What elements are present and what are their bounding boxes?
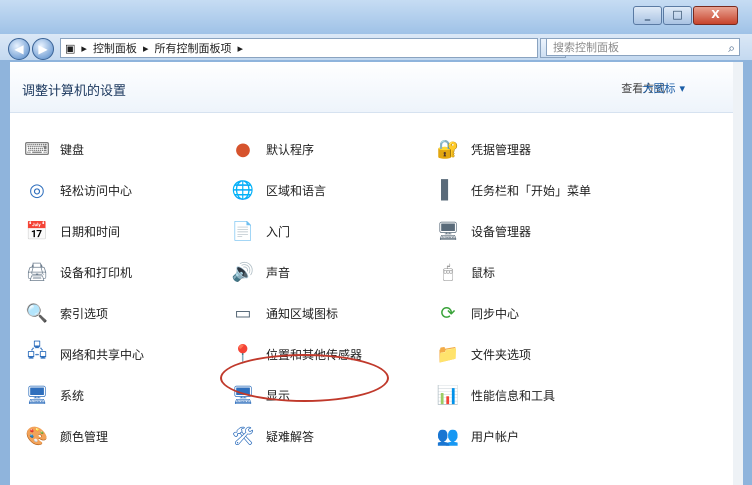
- address-bar[interactable]: ▣ ▸ 控制面板 ▸ 所有控制面板项 ▸: [60, 38, 538, 58]
- search-input[interactable]: 搜索控制面板 ⌕: [546, 38, 740, 56]
- minimize-button[interactable]: _: [633, 6, 662, 25]
- scrollbar[interactable]: [733, 62, 743, 485]
- control-panel-item[interactable]: 🎨 颜色管理: [24, 422, 108, 450]
- network-sharing-icon: 🖧: [26, 341, 48, 362]
- control-panel-items: ⌨ 键盘 ● 默认程序 🔐 凭据管理器 ◎ 轻松访问中心 🌐 区域和语言 ▌ 任务栏和「开始」菜单 📅 日…: [10, 113, 743, 485]
- control-panel-item-label: 声音: [266, 265, 291, 280]
- title-bar: _ □ X: [0, 0, 752, 34]
- default-programs-icon: ●: [235, 138, 251, 160]
- sync-center-icon: ⟳: [440, 302, 456, 324]
- control-panel-item-label: 任务栏和「开始」菜单: [471, 183, 592, 198]
- chevron-icon: ▸: [81, 41, 87, 55]
- control-panel-item-label: 入门: [266, 224, 291, 239]
- ease-of-access-icon: ◎: [29, 179, 45, 201]
- sound-icon: 🔊: [231, 261, 255, 283]
- control-panel-item-label: 凭据管理器: [471, 142, 532, 157]
- control-panel-item-label: 疑难解答: [266, 429, 315, 444]
- control-panel-item[interactable]: 🖧 网络和共享中心: [24, 340, 144, 368]
- control-panel-item[interactable]: ⌨ 键盘: [24, 135, 84, 163]
- devices-printers-icon: 🖨: [25, 261, 49, 283]
- color-management-icon: 🎨: [25, 425, 49, 447]
- control-panel-item[interactable]: ▭ 通知区域图标: [230, 299, 338, 327]
- control-panel-item[interactable]: 🔍 索引选项: [24, 299, 108, 327]
- keyboard-icon: ⌨: [24, 138, 50, 160]
- control-panel-item-label: 系统: [60, 388, 85, 403]
- control-panel-item[interactable]: 🖥 设备管理器: [435, 217, 531, 245]
- notification-area-icon: ▭: [234, 302, 252, 324]
- control-panel-item[interactable]: ● 默认程序: [230, 135, 314, 163]
- mouse-icon: 🖱: [442, 261, 454, 283]
- control-panel-item[interactable]: 👥 用户帐户: [435, 422, 519, 450]
- system-icon: 🖥: [25, 384, 49, 406]
- control-panel-item[interactable]: 🔊 声音: [230, 258, 290, 286]
- control-panel-item-label: 设备和打印机: [60, 265, 133, 280]
- control-panel-item-label: 索引选项: [60, 306, 109, 321]
- date-time-icon: 📅: [25, 220, 49, 242]
- page-title: 调整计算机的设置: [22, 84, 127, 99]
- search-placeholder: 搜索控制面板: [553, 41, 619, 54]
- user-accounts-icon: 👥: [436, 425, 460, 447]
- control-panel-item[interactable]: 📊 性能信息和工具: [435, 381, 555, 409]
- control-panel-window: _ □ X ◀ ▶ ▣ ▸ 控制面板 ▸ 所有控制面板项 ▸ ↻ 搜索控制面板 …: [0, 0, 752, 485]
- getting-started-icon: 📄: [231, 220, 255, 242]
- control-panel-item[interactable]: ⟳ 同步中心: [435, 299, 519, 327]
- content-pane: 调整计算机的设置 查看方式: 大图标 ⌨ 键盘 ● 默认程序 🔐 凭据管理器 ◎ 轻松访问中心…: [10, 62, 743, 485]
- control-panel-item-label: 文件夹选项: [471, 347, 532, 362]
- content-header: 调整计算机的设置 查看方式: 大图标: [10, 62, 743, 113]
- control-panel-item-label: 同步中心: [471, 306, 520, 321]
- performance-icon: 📊: [436, 384, 460, 406]
- back-button[interactable]: ◀: [8, 38, 30, 60]
- control-panel-item-label: 区域和语言: [266, 183, 327, 198]
- highlight-ellipse: [220, 354, 389, 402]
- view-by-dropdown[interactable]: 大图标: [642, 80, 685, 96]
- indexing-options-icon: 🔍: [25, 302, 49, 324]
- control-panel-item-label: 用户帐户: [471, 429, 520, 444]
- breadcrumb-item-1[interactable]: 所有控制面板项: [154, 40, 231, 56]
- control-panel-item[interactable]: 📁 文件夹选项: [435, 340, 531, 368]
- control-panel-item-label: 设备管理器: [471, 224, 532, 239]
- control-panel-item[interactable]: 🖥 系统: [24, 381, 84, 409]
- region-language-icon: 🌐: [231, 179, 255, 201]
- control-panel-item-label: 鼠标: [471, 265, 496, 280]
- troubleshooting-icon: 🛠: [231, 425, 255, 447]
- maximize-button[interactable]: □: [663, 6, 692, 25]
- control-panel-item[interactable]: 🛠 疑难解答: [230, 422, 314, 450]
- control-panel-item[interactable]: ▌ 任务栏和「开始」菜单: [435, 176, 591, 204]
- control-panel-item-label: 轻松访问中心: [60, 183, 133, 198]
- folder-options-icon: 📁: [436, 343, 460, 365]
- control-panel-item-label: 日期和时间: [60, 224, 121, 239]
- close-button[interactable]: X: [693, 6, 738, 25]
- control-panel-item[interactable]: 🖱 鼠标: [435, 258, 495, 286]
- taskbar-start-menu-icon: ▌: [441, 179, 455, 201]
- control-panel-item[interactable]: 🖨 设备和打印机: [24, 258, 132, 286]
- credential-manager-icon: 🔐: [436, 138, 460, 160]
- control-panel-item[interactable]: ◎ 轻松访问中心: [24, 176, 132, 204]
- breadcrumb-item-0[interactable]: 控制面板: [93, 40, 137, 56]
- device-manager-icon: 🖥: [436, 220, 460, 242]
- control-panel-item-label: 颜色管理: [60, 429, 109, 444]
- control-panel-item[interactable]: 🔐 凭据管理器: [435, 135, 531, 163]
- control-panel-item[interactable]: 📅 日期和时间: [24, 217, 120, 245]
- caption-buttons: _ □ X: [632, 6, 738, 25]
- control-panel-item[interactable]: 🌐 区域和语言: [230, 176, 326, 204]
- control-panel-item-label: 网络和共享中心: [60, 347, 145, 362]
- control-panel-item-label: 通知区域图标: [266, 306, 339, 321]
- control-panel-item-label: 默认程序: [266, 142, 315, 157]
- control-panel-item[interactable]: 📄 入门: [230, 217, 290, 245]
- navigation-bar: ◀ ▶ ▣ ▸ 控制面板 ▸ 所有控制面板项 ▸ ↻ 搜索控制面板 ⌕: [0, 34, 752, 60]
- control-panel-item-label: 键盘: [60, 142, 85, 157]
- search-icon[interactable]: ⌕: [728, 39, 735, 57]
- chevron-icon: ▸: [142, 41, 149, 55]
- control-panel-item-label: 性能信息和工具: [471, 388, 556, 403]
- chevron-icon: ▸: [237, 41, 243, 55]
- forward-button[interactable]: ▶: [32, 38, 54, 60]
- control-panel-icon: ▣: [65, 41, 76, 55]
